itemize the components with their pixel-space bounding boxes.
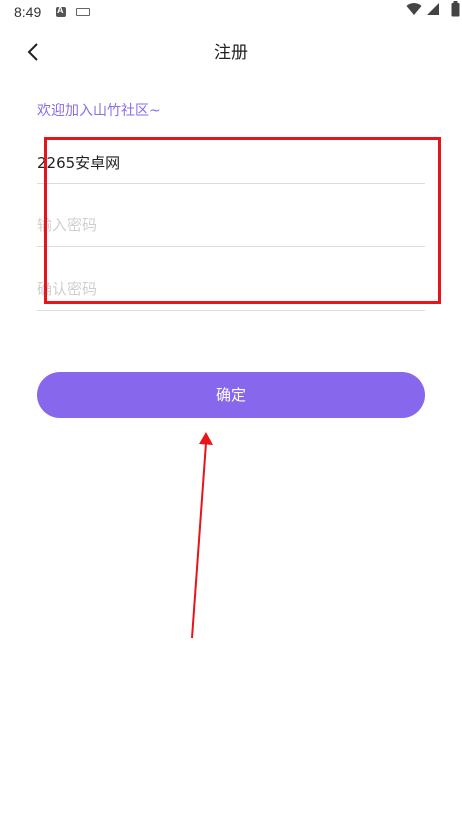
battery-icon: [451, 1, 460, 17]
annotation-arrow-icon: [191, 432, 213, 639]
password-input[interactable]: [37, 207, 425, 243]
notification-a-icon: [56, 5, 66, 17]
confirm-password-input[interactable]: [37, 271, 425, 307]
username-field: [37, 144, 425, 184]
signal-icon: [427, 3, 439, 15]
register-screen: 8:49 注册 欢迎加入山竹社区~ 确定: [0, 0, 462, 821]
confirm-password-field: [37, 271, 425, 311]
confirm-button[interactable]: 确定: [37, 372, 425, 418]
status-time: 8:49: [14, 4, 42, 20]
username-input[interactable]: [37, 144, 425, 180]
password-field: [37, 207, 425, 247]
keyboard-icon: [76, 8, 90, 16]
welcome-text: 欢迎加入山竹社区~: [37, 103, 161, 119]
wifi-icon: [406, 3, 422, 16]
page-title: 注册: [214, 43, 248, 63]
status-bar: 8:49: [0, 0, 462, 26]
